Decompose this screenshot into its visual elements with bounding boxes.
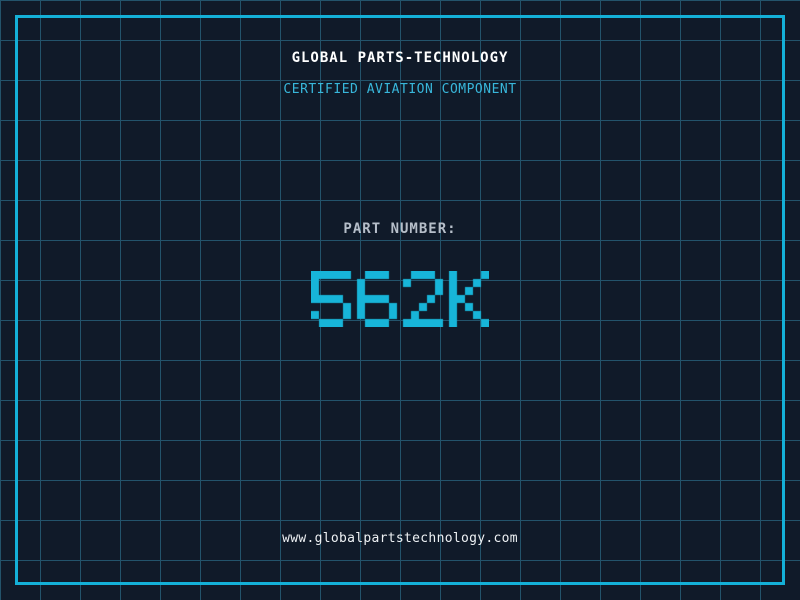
company-name: GLOBAL PARTS-TECHNOLOGY <box>291 50 509 66</box>
part-number-value: 562K <box>489 271 490 272</box>
certification-label: CERTIFIED AVIATION COMPONENT <box>283 82 517 97</box>
part-number-label: PART NUMBER: <box>343 221 457 237</box>
part-label-screen: GLOBAL PARTS-TECHNOLOGY CERTIFIED AVIATI… <box>0 0 800 600</box>
website-url: www.globalpartstechnology.com <box>282 531 518 546</box>
part-number-display <box>311 271 489 327</box>
part-number-wrap: 562K <box>0 271 800 331</box>
